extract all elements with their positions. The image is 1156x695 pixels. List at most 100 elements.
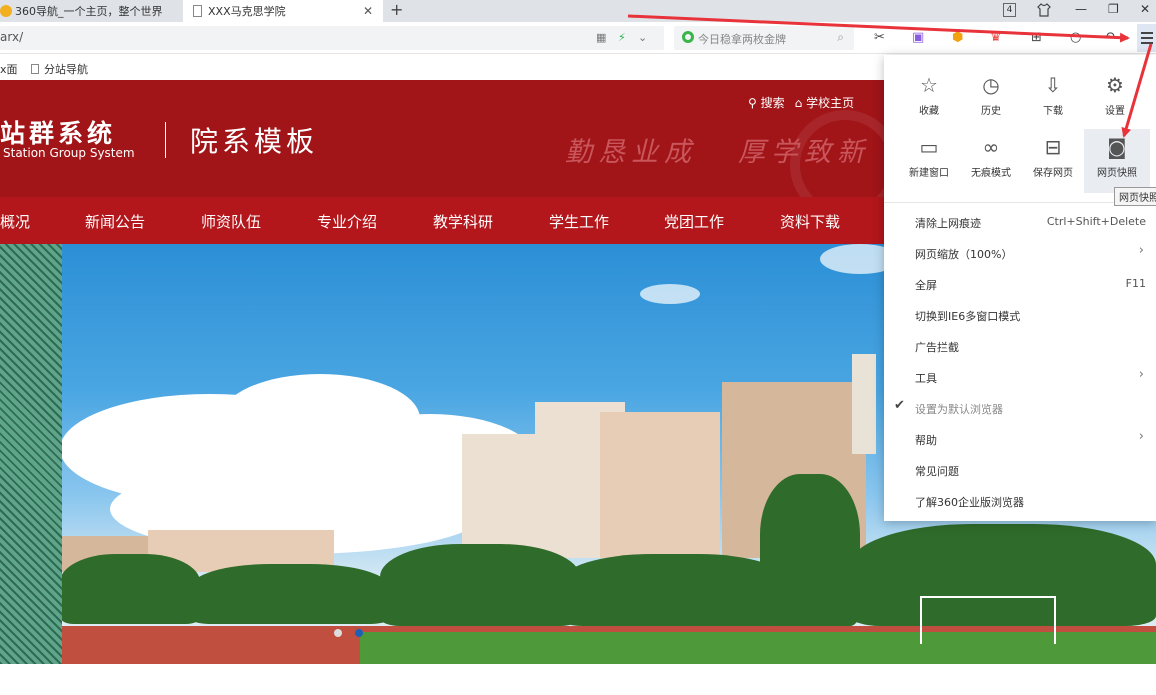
- close-tab-icon[interactable]: ✕: [363, 4, 373, 18]
- menu-clear-history[interactable]: 清除上网痕迹 Ctrl+Shift+Delete: [884, 206, 1156, 237]
- menu-grid-label: 保存网页: [1033, 168, 1073, 179]
- menu-zoom[interactable]: 网页缩放（100%） ›: [884, 237, 1156, 268]
- tab-count-badge[interactable]: 4: [1003, 3, 1016, 17]
- menu-item-label: 清除上网痕迹: [915, 217, 981, 230]
- building: [600, 412, 720, 558]
- scissors-icon[interactable]: ✂: [874, 30, 885, 45]
- trees: [60, 554, 200, 624]
- menu-ie6-mode[interactable]: 切换到IE6多窗口模式: [884, 299, 1156, 330]
- header-links: ⚲ 搜索 ⌂ 学校主页: [748, 94, 854, 111]
- tab-title: XXX马克思学院: [208, 5, 286, 18]
- check-icon: ✔: [894, 398, 905, 413]
- menu-grid-label: 历史: [981, 106, 1001, 117]
- home-icon: ⌂: [794, 96, 803, 110]
- motto-right: 厚学致新: [738, 137, 870, 168]
- close-window-button[interactable]: ✕: [1140, 2, 1150, 16]
- new-tab-button[interactable]: +: [390, 0, 403, 20]
- menu-item-label: 工具: [915, 372, 937, 385]
- menu-enterprise[interactable]: 了解360企业版浏览器: [884, 485, 1156, 516]
- main-menu-button[interactable]: [1137, 24, 1156, 52]
- menu-favorites[interactable]: ☆ 收藏: [896, 71, 962, 131]
- translate-icon[interactable]: ▣: [912, 30, 924, 45]
- nav-item-overview[interactable]: 概况: [0, 211, 30, 232]
- fence-net: [0, 244, 62, 664]
- star-icon: ☆: [920, 73, 938, 97]
- nav-item-downloads[interactable]: 资料下载: [780, 211, 840, 232]
- trees: [560, 554, 790, 626]
- search-placeholder[interactable]: 今日稳拿两枚金牌: [698, 31, 786, 47]
- lightning-icon[interactable]: ⚡: [618, 31, 626, 44]
- page-icon: [31, 64, 39, 74]
- tab-strip: 360导航_一个主页，整个世界 XXX马克思学院 ✕ + 4 — ❐ ✕: [0, 0, 1156, 22]
- url-text[interactable]: arx/: [0, 30, 23, 44]
- menu-quick-grid: ☆ 收藏 ◷ 历史 ⇩ 下载 ⚙ 设置 ▭ 新建窗口 ∞ 无痕模式 ⊟ 保存网页…: [884, 55, 1156, 203]
- nav-item-news[interactable]: 新闻公告: [85, 211, 145, 232]
- template-title: 院系模板: [190, 125, 319, 158]
- restore-button[interactable]: ❐: [1108, 2, 1119, 16]
- motto-left: 勤恳业成: [565, 137, 697, 168]
- menu-ad-block[interactable]: 广告拦截: [884, 330, 1156, 361]
- carousel-dot-active[interactable]: [355, 629, 363, 637]
- menu-icon: [1141, 42, 1153, 44]
- cloud: [640, 284, 700, 304]
- shirt-icon[interactable]: [1036, 2, 1052, 18]
- search-engine-icon: [682, 31, 694, 43]
- brand-subtitle: Station Group System: [3, 146, 135, 160]
- gear-icon: ⚙: [1106, 73, 1124, 97]
- chevron-right-icon: ›: [1138, 243, 1144, 258]
- tab-marx-college[interactable]: XXX马克思学院 ✕: [183, 0, 383, 22]
- menu-incognito[interactable]: ∞ 无痕模式: [958, 133, 1024, 193]
- menu-help[interactable]: 帮助 ›: [884, 423, 1156, 454]
- chevron-down-icon[interactable]: ⌄: [638, 31, 647, 44]
- menu-fullscreen[interactable]: 全屏 F11: [884, 268, 1156, 299]
- menu-set-default[interactable]: ✔ 设置为默认浏览器: [884, 392, 1156, 423]
- menu-faq[interactable]: 常见问题: [884, 454, 1156, 485]
- page-icon: [193, 5, 202, 17]
- carousel-dot[interactable]: [334, 629, 342, 637]
- menu-tools[interactable]: 工具 ›: [884, 361, 1156, 392]
- trees: [760, 474, 860, 626]
- menu-icon: [1141, 37, 1153, 39]
- football-goal: [920, 596, 1056, 644]
- minimize-button[interactable]: —: [1075, 2, 1087, 16]
- browser-window: 360导航_一个主页，整个世界 XXX马克思学院 ✕ + 4 — ❐ ✕ arx…: [0, 0, 1156, 695]
- nav-item-faculty[interactable]: 师资队伍: [201, 211, 261, 232]
- nav-item-majors[interactable]: 专业介绍: [317, 211, 377, 232]
- site-nav: 概况 新闻公告 师资队伍 专业介绍 教学科研 学生工作 党团工作 资料下载: [0, 197, 884, 244]
- nav-item-party[interactable]: 党团工作: [664, 211, 724, 232]
- home-link[interactable]: ⌂ 学校主页: [795, 94, 854, 111]
- menu-downloads[interactable]: ⇩ 下载: [1020, 71, 1086, 131]
- bookmark-item[interactable]: 分站导航: [31, 61, 88, 77]
- shield-icon[interactable]: ⬢: [952, 30, 963, 45]
- grid-mode-icon[interactable]: ▦: [596, 31, 606, 44]
- chevron-right-icon: ›: [1138, 429, 1144, 444]
- menu-save-page[interactable]: ⊟ 保存网页: [1020, 133, 1086, 193]
- nav-item-research[interactable]: 教学科研: [433, 211, 493, 232]
- menu-grid-label: 新建窗口: [909, 168, 949, 179]
- nav-item-students[interactable]: 学生工作: [549, 211, 609, 232]
- building: [462, 434, 542, 558]
- incognito-icon: ∞: [982, 135, 1000, 159]
- undo-icon[interactable]: ↶: [1104, 30, 1115, 45]
- bookmark-item[interactable]: x面: [0, 61, 18, 77]
- address-bar[interactable]: arx/ ▦ ⚡ ⌄: [0, 26, 664, 50]
- game-icon[interactable]: ♛: [990, 30, 1002, 45]
- bookmark-label: x面: [0, 63, 18, 76]
- chevron-right-icon: ›: [1138, 367, 1144, 382]
- trees: [380, 544, 580, 626]
- apps-icon[interactable]: ⊞: [1031, 30, 1042, 45]
- menu-settings[interactable]: ⚙ 设置: [1082, 71, 1148, 131]
- search-icon: ⚲: [748, 96, 757, 110]
- menu-new-window[interactable]: ▭ 新建窗口: [896, 133, 962, 193]
- menu-history[interactable]: ◷ 历史: [958, 71, 1024, 131]
- tab-360-nav[interactable]: 360导航_一个主页，整个世界: [0, 0, 180, 22]
- menu-item-label: 帮助: [915, 434, 937, 447]
- search-link[interactable]: ⚲ 搜索: [748, 94, 785, 111]
- user-icon[interactable]: ○: [1070, 30, 1081, 45]
- home-link-label: 学校主页: [806, 96, 855, 110]
- shortcut-label: F11: [1125, 277, 1146, 290]
- search-icon[interactable]: ⌕: [837, 30, 844, 45]
- menu-grid-label: 网页快照: [1097, 168, 1137, 179]
- menu-page-snapshot[interactable]: ◙ 网页快照: [1084, 129, 1150, 193]
- search-box[interactable]: 今日稳拿两枚金牌 ⌕: [674, 26, 854, 50]
